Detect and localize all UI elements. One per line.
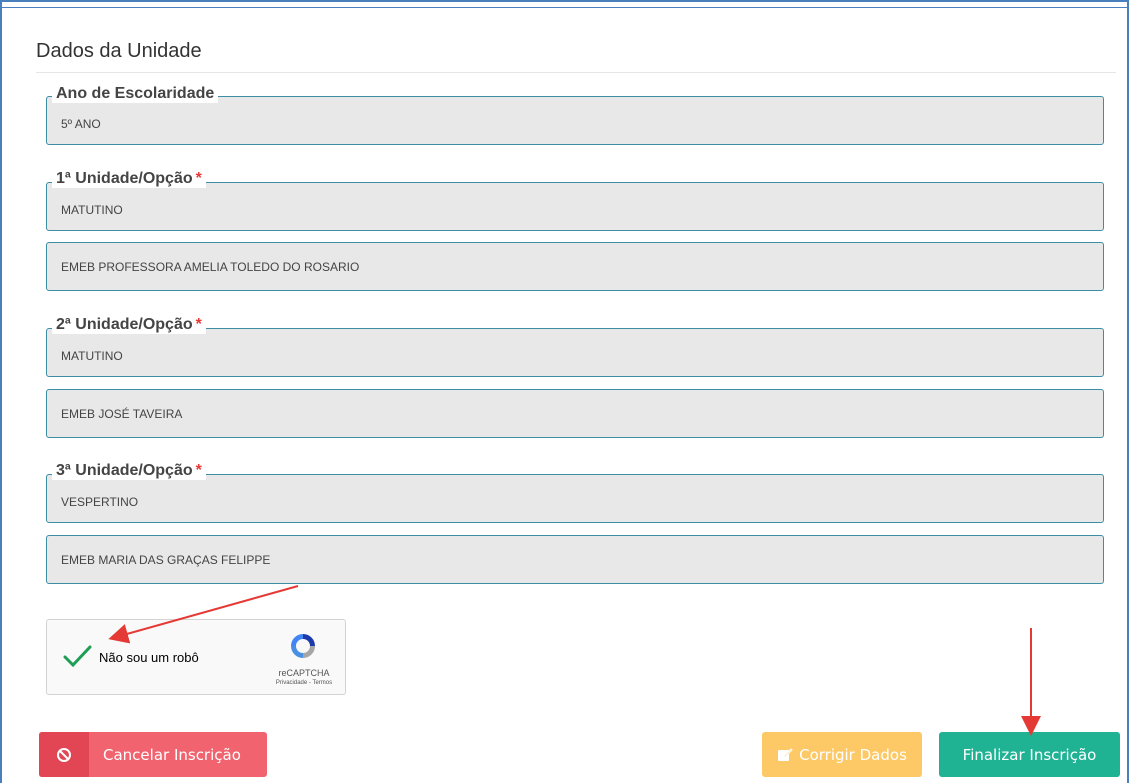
recaptcha-label: Não sou um robô [99,650,199,665]
opcao1-escola-value: EMEB PROFESSORA AMELIA TOLEDO DO ROSARIO [61,259,360,274]
ban-icon [39,732,89,777]
finish-label: Finalizar Inscrição [962,745,1097,764]
opcao1-label: 1ª Unidade/Opção [56,170,193,187]
recaptcha-brand: reCAPTCHA [278,668,330,678]
opcao2-turno-field[interactable]: MATUTINO [46,328,1104,377]
opcao1-escola-field[interactable]: EMEB PROFESSORA AMELIA TOLEDO DO ROSARIO [46,242,1104,291]
required-mark: * [195,170,202,187]
ano-escolaridade-value: 5º ANO [61,116,101,131]
ano-escolaridade-label: Ano de Escolaridade [56,85,215,102]
fix-label: Corrigir Dados [799,745,907,764]
checkmark-icon[interactable] [61,640,93,672]
opcao3-label: 3ª Unidade/Opção [56,462,193,479]
fix-data-button[interactable]: Corrigir Dados [762,732,922,777]
cancel-label: Cancelar Inscrição [103,745,241,764]
ano-escolaridade-field[interactable]: 5º ANO [46,96,1104,145]
recaptcha-widget[interactable]: Não sou um robô reCAPTCHA Privacidade - … [46,619,346,695]
required-mark: * [195,316,202,333]
section-divider [36,72,1116,73]
recaptcha-logo-icon [291,634,315,658]
opcao1-turno-field[interactable]: MATUTINO [46,182,1104,231]
opcao3-legend: 3ª Unidade/Opção * [52,462,206,480]
edit-icon [778,747,793,761]
opcao1-turno-value: MATUTINO [61,202,123,217]
section-title: Dados da Unidade [36,40,202,62]
opcao3-turno-value: VESPERTINO [61,494,139,509]
opcao2-escola-value: EMEB JOSÉ TAVEIRA [61,406,183,421]
top-strip [0,0,1129,8]
opcao3-escola-value: EMEB MARIA DAS GRAÇAS FELIPPE [61,552,271,567]
opcao2-label: 2ª Unidade/Opção [56,316,193,333]
opcao2-turno-value: MATUTINO [61,348,123,363]
opcao2-legend: 2ª Unidade/Opção * [52,316,206,334]
required-mark: * [195,462,202,479]
opcao2-escola-field[interactable]: EMEB JOSÉ TAVEIRA [46,389,1104,438]
opcao3-escola-field[interactable]: EMEB MARIA DAS GRAÇAS FELIPPE [46,535,1104,584]
finish-button[interactable]: Finalizar Inscrição [939,732,1120,777]
cancel-button[interactable]: Cancelar Inscrição [39,732,267,777]
recaptcha-terms-link[interactable]: Privacidade - Termos [269,680,339,686]
opcao1-legend: 1ª Unidade/Opção * [52,170,206,188]
opcao3-turno-field[interactable]: VESPERTINO [46,474,1104,523]
ano-escolaridade-legend: Ano de Escolaridade [52,85,219,103]
